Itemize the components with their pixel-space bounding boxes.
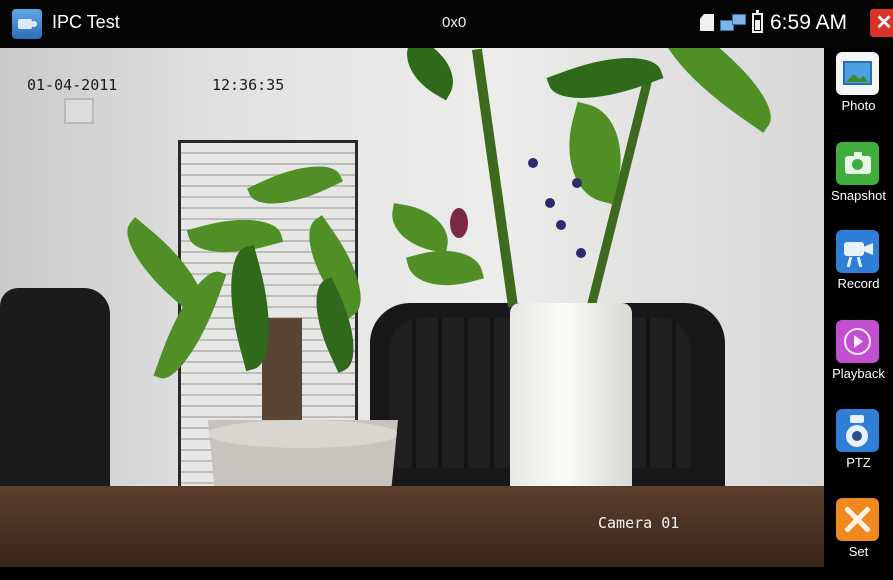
ipc-test-screen: IPC Test 0x0 6:59 AM ✕ 01-04-2011 12:36:… [0,0,893,567]
sd-card-icon [700,14,714,31]
lavender-flower [576,248,586,258]
wall-switch [64,98,94,124]
ptz-dome-icon [836,409,879,452]
record-label: Record [837,276,880,291]
photo-icon [836,52,879,95]
lavender-flower [556,220,566,230]
record-button[interactable]: Record [824,226,893,312]
osd-time: 12:36:35 [212,76,285,94]
left-chair [0,288,110,518]
ptz-label: PTZ [846,455,871,470]
settings-button[interactable]: Set [824,494,893,580]
playback-label: Playback [832,366,885,381]
snapshot-button[interactable]: Snapshot [824,138,893,224]
tools-icon [836,498,879,541]
osd-date: 01-04-2011 [27,76,118,94]
battery-icon [752,10,763,33]
osd-camera-name: Camera 01 [598,514,680,532]
play-icon [836,320,879,363]
video-camera-icon [836,230,879,273]
ipc-app-icon[interactable] [12,9,42,39]
set-label: Set [848,544,869,559]
snapshot-label: Snapshot [831,188,886,203]
side-menu: Photo Snapshot Record Playback PTZ Set [824,48,893,567]
photo-label: Photo [841,98,876,113]
status-clock: 6:59 AM [770,11,848,34]
orchid-flower [450,208,468,238]
camera-icon [836,142,879,185]
status-bar: IPC Test 0x0 6:59 AM ✕ [0,0,893,48]
playback-button[interactable]: Playback [824,316,893,402]
resolution-readout: 0x0 [442,14,467,31]
camera-video-feed[interactable]: 01-04-2011 12:36:35 Camera 01 [0,48,824,567]
close-button[interactable]: ✕ [870,9,893,37]
lavender-flower [545,198,555,208]
network-icon [720,14,746,32]
wooden-table [0,486,824,567]
lavender-flower [572,178,582,188]
photo-button[interactable]: Photo [824,48,893,134]
ptz-button[interactable]: PTZ [824,405,893,491]
lavender-flower [528,158,538,168]
app-title: IPC Test [52,12,120,32]
